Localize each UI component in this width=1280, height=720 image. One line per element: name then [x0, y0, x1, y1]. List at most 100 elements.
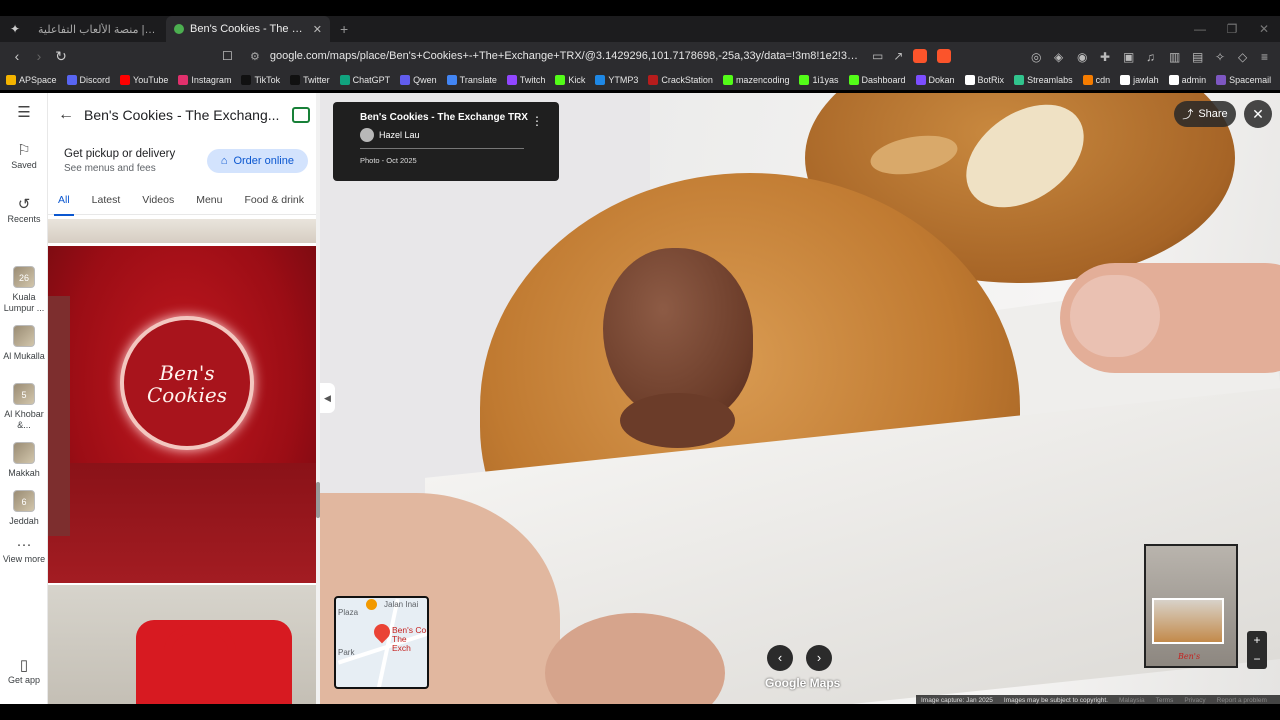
place-label: Makkah: [8, 468, 40, 478]
bookmark-streamlabs[interactable]: Streamlabs: [1014, 75, 1073, 85]
bookmark-qwen[interactable]: Qwen: [400, 75, 437, 85]
photo-place-title[interactable]: Ben's Cookies - The Exchange TRX: [360, 112, 547, 123]
photo-viewer[interactable]: [320, 93, 1280, 704]
bookmark-crackstation[interactable]: CrackStation: [648, 75, 713, 85]
tab-jawlah[interactable]: منصة الألعاب التفاعلية | Jawlah - جولة: [30, 16, 166, 42]
recent-place-al-khobar[interactable]: 5 Al Khobar &...: [0, 383, 48, 431]
media-icon[interactable]: ♫: [1146, 50, 1159, 64]
leo-ai-icon[interactable]: ✧: [1215, 50, 1228, 64]
get-app-button[interactable]: ▯ Get app: [0, 658, 48, 686]
extension-icon[interactable]: ◎: [1031, 50, 1044, 64]
bookmark-mazencoding[interactable]: mazencoding: [722, 75, 789, 85]
recent-place-jeddah[interactable]: 6 Jeddah: [0, 490, 48, 527]
extension-icon[interactable]: ◈: [1054, 50, 1067, 64]
brave-shields-icon[interactable]: [913, 49, 928, 63]
wallet-icon[interactable]: ▤: [1192, 50, 1205, 64]
place-label: Al Khobar &...: [4, 409, 44, 430]
share-page-icon[interactable]: ↗: [893, 49, 903, 63]
bookmark-discord[interactable]: Discord: [66, 75, 110, 85]
new-tab-icon[interactable]: +: [340, 21, 348, 37]
bookmark-favicon-icon: [555, 75, 566, 85]
menu-button[interactable]: ☰: [0, 105, 48, 122]
tab-videos[interactable]: Videos: [142, 194, 174, 206]
place-panel: ← Ben's Cookies - The Exchang... Get pic…: [48, 93, 320, 704]
browser-menu-icon[interactable]: ✦: [0, 22, 30, 36]
close-viewer-button[interactable]: ✕: [1244, 100, 1272, 128]
previous-photo-button[interactable]: ‹: [767, 645, 793, 671]
puzzle-icon[interactable]: ✚: [1100, 50, 1113, 64]
zoom-in-icon[interactable]: +: [1247, 631, 1267, 650]
tab-bens-cookies[interactable]: Ben's Cookies - The Exchange TRX ✕: [166, 16, 330, 42]
bag-icon: ⌂: [220, 155, 228, 167]
recents-button[interactable]: ↺ Recents: [0, 197, 48, 225]
bookmark-tiktok[interactable]: TikTok: [241, 75, 280, 85]
extension-icon[interactable]: ◉: [1077, 50, 1090, 64]
bookmark-jawlah[interactable]: jawlah: [1120, 75, 1159, 85]
report-problem-link[interactable]: Report a problem: [1217, 697, 1267, 704]
minimize-icon[interactable]: —: [1184, 16, 1216, 42]
recent-place-al-mukalla[interactable]: Al Mukalla: [0, 325, 48, 362]
photo-overview-thumbnail[interactable]: Ben's: [1144, 544, 1238, 668]
forward-icon[interactable]: ›: [28, 48, 50, 64]
brave-rewards-icon[interactable]: [937, 49, 952, 63]
minimap[interactable]: Jalan Inai Plaza Park Ben's Co The Exch: [334, 596, 429, 689]
photo-thumbnail[interactable]: [48, 219, 316, 243]
bookmark-favicon-icon: [595, 75, 606, 85]
address-bar[interactable]: ⚙ google.com/maps/place/Ben's+Cookies+-+…: [242, 45, 862, 67]
photo-author[interactable]: Hazel Lau: [360, 128, 524, 149]
bookmark-ytmp3[interactable]: YTMP3: [595, 75, 638, 85]
bookmark-spacemail[interactable]: Spacemail: [1216, 75, 1271, 85]
reload-icon[interactable]: ↻: [50, 48, 72, 65]
sign-logo-line: Ben's: [159, 361, 215, 385]
bookmark-botrix[interactable]: BotRix: [964, 75, 1004, 85]
restore-icon[interactable]: ❐: [1216, 16, 1248, 42]
bookmark-label: Streamlabs: [1027, 75, 1073, 85]
more-vert-icon[interactable]: ⋮: [531, 114, 543, 128]
tab-latest[interactable]: Latest: [92, 194, 121, 206]
close-tab-icon[interactable]: ✕: [313, 23, 322, 36]
recent-place-kuala-lumpur[interactable]: 26 Kuala Lumpur ...: [0, 266, 48, 314]
collapse-panel-button[interactable]: ◀: [320, 383, 335, 413]
back-arrow-icon[interactable]: ←: [58, 106, 84, 124]
photo-thumbnail-storefront-sign[interactable]: Ben's Cookies: [48, 246, 316, 583]
tab-food-drink[interactable]: Food & drink: [244, 194, 304, 206]
bookmark-kick[interactable]: Kick: [555, 75, 585, 85]
next-photo-button[interactable]: ›: [806, 645, 832, 671]
terms-link[interactable]: Terms: [1156, 697, 1174, 704]
bookmark-instagram[interactable]: Instagram: [178, 75, 231, 85]
site-info-icon[interactable]: ⚙: [250, 50, 260, 63]
add-photo-icon[interactable]: [292, 107, 310, 123]
zoom-out-icon[interactable]: −: [1247, 650, 1267, 669]
tab-menu[interactable]: Menu: [196, 194, 222, 206]
view-more-button[interactable]: ··· View more: [0, 537, 48, 565]
order-online-button[interactable]: ⌂ Order online: [206, 149, 308, 173]
share-button[interactable]: ⤴ Share: [1174, 101, 1236, 127]
close-window-icon[interactable]: ✕: [1248, 16, 1280, 42]
bookmark-label: ChatGPT: [352, 75, 391, 85]
bookmark-label: Qwen: [413, 75, 437, 85]
map-footer: Image capture: Jan 2025 Images may be su…: [916, 695, 1280, 705]
bookmark-admin[interactable]: admin: [1168, 75, 1206, 85]
bookmark-twitch[interactable]: Twitch: [506, 75, 545, 85]
bookmark-dashboard[interactable]: Dashboard: [848, 75, 906, 85]
bookmark-twitter[interactable]: Twitter: [290, 75, 330, 85]
privacy-link[interactable]: Privacy: [1184, 697, 1205, 704]
bookmark-apspace[interactable]: APSpace: [6, 75, 57, 85]
bookmark-dokan[interactable]: Dokan: [915, 75, 955, 85]
photo-thumbnail-cookie-box[interactable]: [48, 585, 316, 704]
bookmark-translate[interactable]: Translate: [446, 75, 497, 85]
bookmark-page-icon[interactable]: ☐: [222, 49, 242, 63]
menu-icon[interactable]: ≡: [1261, 50, 1274, 64]
sidebar-icon[interactable]: ▥: [1169, 50, 1182, 64]
bookmark-chatgpt[interactable]: ChatGPT: [339, 75, 391, 85]
extension-icon[interactable]: ▣: [1123, 50, 1136, 64]
recent-place-makkah[interactable]: Makkah: [0, 442, 48, 479]
bookmark-cdn[interactable]: cdn: [1082, 75, 1110, 85]
vpn-icon[interactable]: ◇: [1238, 50, 1251, 64]
bookmark-youtube[interactable]: YouTube: [120, 75, 168, 85]
saved-button[interactable]: ⚐ Saved: [0, 143, 48, 171]
cast-icon[interactable]: ▭: [872, 49, 883, 63]
bookmark-1i1yas[interactable]: 1i1yas: [799, 75, 839, 85]
tab-all[interactable]: All: [54, 194, 74, 216]
back-icon[interactable]: ‹: [6, 48, 28, 64]
